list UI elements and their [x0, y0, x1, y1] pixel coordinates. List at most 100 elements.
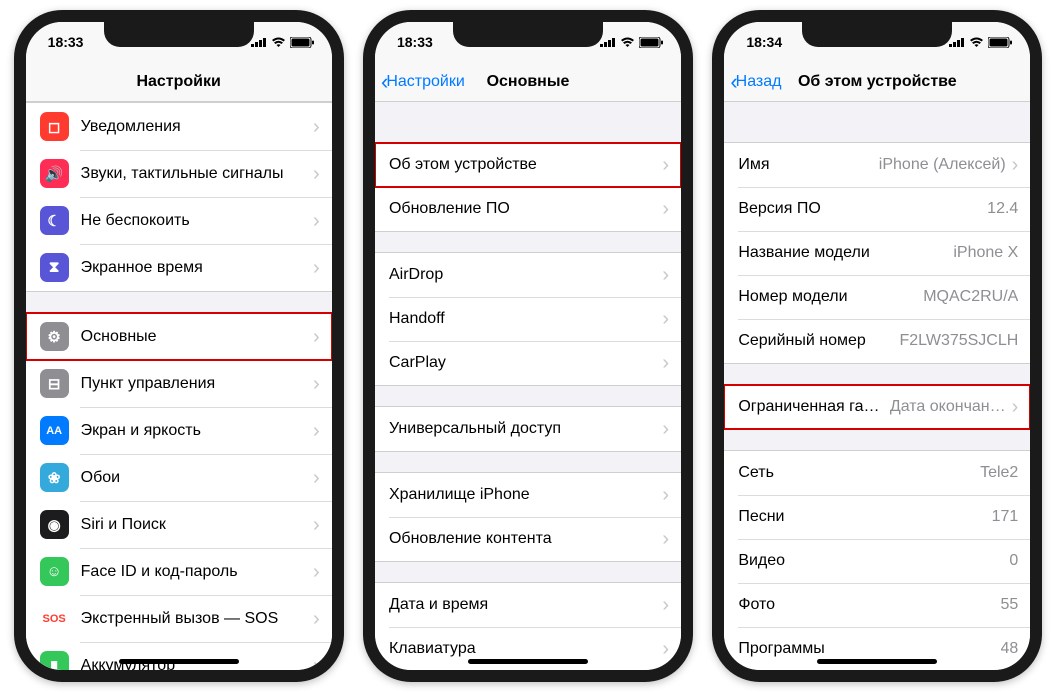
nav-back[interactable]: ‹ Назад — [730, 62, 781, 101]
row-label: Универсальный доступ — [389, 420, 656, 438]
settings-row[interactable]: Версия ПО 12.4 — [724, 187, 1030, 231]
chevron-right-icon: › — [1012, 397, 1019, 417]
settings-row[interactable]: Видео0 — [724, 539, 1030, 583]
scroll-area[interactable]: ◻Уведомления› 🔊 Звуки, тактильные сигналы ›… — [26, 102, 332, 670]
settings-row[interactable]: Хранилище iPhone› — [375, 473, 681, 517]
settings-row[interactable]: ИмяiPhone (Алексей)› — [724, 143, 1030, 187]
wifi-icon — [969, 37, 984, 48]
settings-row[interactable]: ☺Face ID и код-пароль› — [26, 548, 332, 595]
list-group: Ограниченная гарантияДата окончан…› — [724, 384, 1030, 430]
settings-row[interactable]: 🔊 Звуки, тактильные сигналы › — [26, 150, 332, 197]
settings-row[interactable]: ⚙Основные› — [26, 313, 332, 360]
settings-row[interactable]: ▮Аккумулятор› — [26, 642, 332, 670]
row-label: Фото — [738, 596, 992, 614]
chevron-right-icon: › — [662, 639, 669, 659]
row-label: Сеть — [738, 464, 972, 482]
status-time: 18:33 — [397, 34, 447, 50]
settings-row[interactable]: Ограниченная гарантияДата окончан…› — [724, 385, 1030, 429]
row-label: Клавиатура — [389, 640, 656, 658]
row-value: 55 — [1001, 596, 1019, 614]
speaker-icon: 🔊 — [40, 159, 69, 188]
settings-row[interactable]: Песни171 — [724, 495, 1030, 539]
settings-row[interactable]: Универсальный доступ› — [375, 407, 681, 451]
row-label: Экстренный вызов — SOS — [81, 610, 307, 628]
nav-title: Основные — [487, 73, 570, 91]
settings-row[interactable]: Дата и время› — [375, 583, 681, 627]
settings-row[interactable]: ☾Не беспокоить› — [26, 197, 332, 244]
row-value: 171 — [992, 508, 1019, 526]
row-label: Об этом устройстве — [389, 156, 656, 174]
status-indicators — [251, 37, 314, 48]
chevron-right-icon: › — [313, 164, 320, 184]
row-label: Экран и яркость — [81, 422, 307, 440]
wifi-icon — [620, 37, 635, 48]
list-group: AirDrop›Handoff›CarPlay› — [375, 252, 681, 386]
chevron-right-icon: › — [313, 468, 320, 488]
status-indicators — [949, 37, 1012, 48]
chevron-right-icon: › — [313, 211, 320, 231]
moon-icon: ☾ — [40, 206, 69, 235]
settings-row[interactable]: ◻Уведомления› — [26, 103, 332, 150]
row-label: Handoff — [389, 310, 656, 328]
flower-icon: ❀ — [40, 463, 69, 492]
chevron-right-icon: › — [662, 155, 669, 175]
settings-row[interactable]: AAЭкран и яркость› — [26, 407, 332, 454]
phone-settings: 18:33 Настройки ◻Уведомления›🔊Звуки, так… — [14, 10, 344, 682]
settings-row[interactable]: Сеть Tele2 — [724, 451, 1030, 495]
row-value: Tele2 — [980, 464, 1018, 482]
row-value: 12.4 — [987, 200, 1018, 218]
settings-row[interactable]: Об этом устройстве › — [375, 143, 681, 187]
row-label: Обновление контента — [389, 530, 656, 548]
battery-icon — [290, 37, 314, 48]
notch — [802, 21, 952, 47]
row-label: Siri и Поиск — [81, 516, 307, 534]
row-value: F2LW375SJCLH — [899, 332, 1018, 350]
list-group: Об этом устройстве›Обновление ПО› — [375, 142, 681, 232]
list-group: Хранилище iPhone›Обновление контента› — [375, 472, 681, 562]
siri-icon: ◉ — [40, 510, 69, 539]
settings-row[interactable]: AirDrop› — [375, 253, 681, 297]
row-value: iPhone (Алексей) — [879, 156, 1006, 174]
battery-icon: ▮ — [40, 651, 69, 670]
settings-row[interactable]: Серийный номерF2LW375SJCLH — [724, 319, 1030, 363]
row-label: Обои — [81, 469, 307, 487]
home-indicator[interactable] — [119, 659, 239, 664]
settings-row[interactable]: ❀ Обои › — [26, 454, 332, 501]
row-label: Пункт управления — [81, 375, 307, 393]
scroll-area[interactable]: ИмяiPhone (Алексей)›Версия ПО12.4Названи… — [724, 102, 1030, 670]
settings-row[interactable]: ⧗Экранное время› — [26, 244, 332, 291]
row-label: Звуки, тактильные сигналы — [81, 165, 307, 183]
signal-icon — [949, 37, 965, 47]
settings-row[interactable]: Обновление ПО› — [375, 187, 681, 231]
chevron-right-icon: › — [1012, 155, 1019, 175]
row-label: Программы — [738, 640, 992, 658]
settings-row[interactable]: ⊟Пункт управления› — [26, 360, 332, 407]
settings-row[interactable]: Номер моделиMQAC2RU/A — [724, 275, 1030, 319]
settings-row[interactable]: SOSЭкстренный вызов — SOS› — [26, 595, 332, 642]
row-value: iPhone X — [953, 244, 1018, 262]
row-value: 0 — [1009, 552, 1018, 570]
home-indicator[interactable] — [817, 659, 937, 664]
chevron-right-icon: › — [313, 562, 320, 582]
settings-row[interactable]: Handoff› — [375, 297, 681, 341]
bell-icon: ◻ — [40, 112, 69, 141]
nav-bar: ‹ Назад Об этом устройстве — [724, 62, 1030, 102]
row-label: Название модели — [738, 244, 945, 262]
notch — [104, 21, 254, 47]
phone-about: 18:34 ‹ Назад Об этом устройстве ИмяiPho… — [712, 10, 1042, 682]
settings-row[interactable]: Название модели iPhone X — [724, 231, 1030, 275]
status-time: 18:34 — [746, 34, 796, 50]
chevron-right-icon: › — [662, 199, 669, 219]
nav-bar: ‹ Настройки Основные — [375, 62, 681, 102]
settings-row[interactable]: ◉Siri и Поиск› — [26, 501, 332, 548]
settings-row[interactable]: Обновление контента› — [375, 517, 681, 561]
row-label: Ограниченная гарантия — [738, 398, 882, 416]
row-label: Дата и время — [389, 596, 656, 614]
settings-row[interactable]: Фото 55 — [724, 583, 1030, 627]
nav-back[interactable]: ‹ Настройки — [381, 62, 465, 101]
scroll-area[interactable]: Об этом устройстве›Обновление ПО›AirDrop… — [375, 102, 681, 670]
row-label: Версия ПО — [738, 200, 979, 218]
home-indicator[interactable] — [468, 659, 588, 664]
settings-row[interactable]: CarPlay› — [375, 341, 681, 385]
faceid-icon: ☺ — [40, 557, 69, 586]
